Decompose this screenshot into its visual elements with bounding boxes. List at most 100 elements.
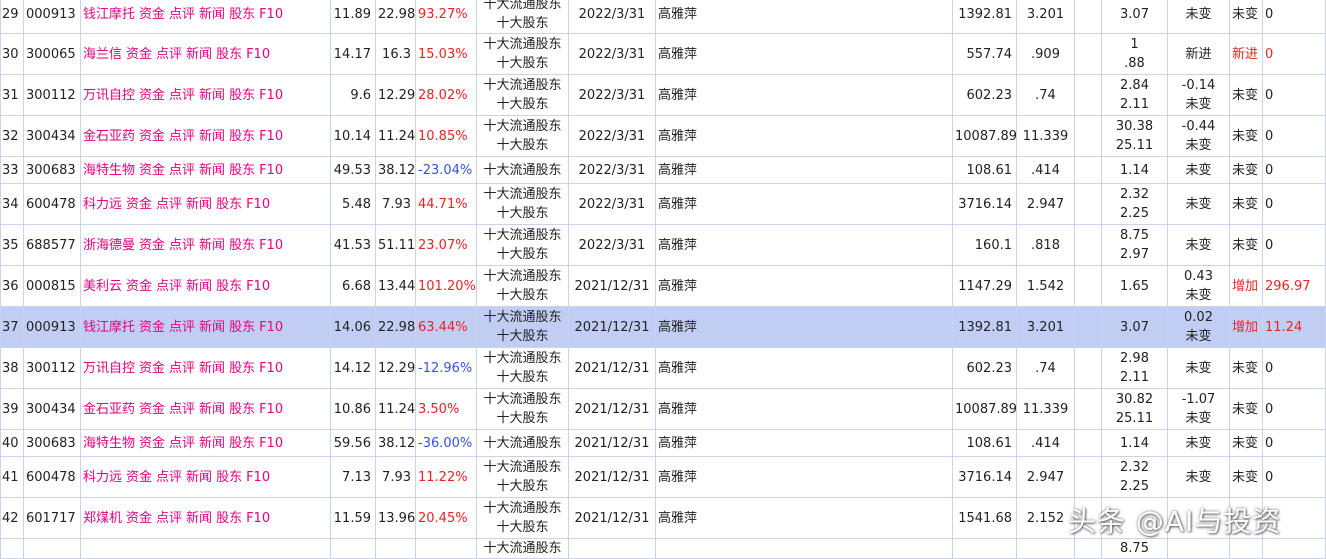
review-link[interactable]: 点评 [169,320,195,335]
fund-link[interactable]: 资金 [139,402,165,417]
holder-link[interactable]: 股东 [216,279,242,294]
news-link[interactable]: 新闻 [186,470,212,485]
stock-name[interactable]: 海兰信 [83,47,122,62]
stock-name[interactable]: 浙海德曼 [83,238,135,253]
news-link[interactable]: 新闻 [199,361,225,376]
review-link[interactable]: 点评 [156,197,182,212]
holder-link[interactable]: 股东 [229,88,255,103]
stock-code[interactable]: 300683 [26,163,76,178]
review-link[interactable]: 点评 [156,47,182,62]
news-link[interactable]: 新闻 [199,7,225,22]
fund-link[interactable]: 资金 [139,436,165,451]
stock-name[interactable]: 科力远 [83,470,122,485]
holder-link[interactable]: 股东 [229,238,255,253]
stock-name[interactable]: 海特生物 [83,163,135,178]
holder-link[interactable]: 股东 [216,197,242,212]
table-row[interactable]: 30 300065 海兰信 资金 点评 新闻 股东 F10 14.17 16.3 15.03% 十大流… [0,33,1326,75]
fund-link[interactable]: 资金 [139,238,165,253]
stock-code[interactable]: 300112 [26,88,76,103]
table-row[interactable]: 十大流通股东 8.75 [0,538,1326,559]
table-row[interactable]: 33 300683 海特生物 资金 点评 新闻 股东 F10 49.53 38.12 -23.04%… [0,156,1326,184]
stock-name[interactable]: 万讯自控 [83,361,135,376]
review-link[interactable]: 点评 [156,470,182,485]
review-link[interactable]: 点评 [156,279,182,294]
stock-code[interactable]: 300683 [26,436,76,451]
stock-code[interactable]: 300434 [26,129,76,144]
holder-link[interactable]: 股东 [229,361,255,376]
news-link[interactable]: 新闻 [199,88,225,103]
stock-code[interactable]: 600478 [26,197,76,212]
stock-code[interactable]: 000913 [26,7,76,22]
f10-link[interactable]: F10 [259,320,283,335]
review-link[interactable]: 点评 [169,436,195,451]
news-link[interactable]: 新闻 [186,197,212,212]
news-link[interactable]: 新闻 [199,436,225,451]
news-link[interactable]: 新闻 [186,47,212,62]
fund-link[interactable]: 资金 [139,129,165,144]
table-row[interactable]: 41 600478 科力远 资金 点评 新闻 股东 F10 7.13 7.93 11.22% 十大流通… [0,456,1326,498]
holder-link[interactable]: 股东 [216,47,242,62]
stock-name[interactable]: 金石亚药 [83,129,135,144]
holder-link[interactable]: 股东 [229,402,255,417]
news-link[interactable]: 新闻 [199,163,225,178]
f10-link[interactable]: F10 [259,163,283,178]
holder-link[interactable]: 股东 [216,511,242,526]
stock-name[interactable]: 万讯自控 [83,88,135,103]
stock-name[interactable]: 郑煤机 [83,511,122,526]
f10-link[interactable]: F10 [246,47,270,62]
review-link[interactable]: 点评 [169,88,195,103]
holder-link[interactable]: 股东 [229,163,255,178]
holder-link[interactable]: 股东 [229,7,255,22]
f10-link[interactable]: F10 [259,402,283,417]
f10-link[interactable]: F10 [246,511,270,526]
fund-link[interactable]: 资金 [126,279,152,294]
review-link[interactable]: 点评 [169,7,195,22]
stock-name[interactable]: 钱江摩托 [83,320,135,335]
review-link[interactable]: 点评 [169,163,195,178]
fund-link[interactable]: 资金 [139,163,165,178]
stock-code[interactable]: 300112 [26,361,76,376]
f10-link[interactable]: F10 [246,279,270,294]
stock-code[interactable]: 000913 [26,320,76,335]
stock-code[interactable]: 300065 [26,47,76,62]
review-link[interactable]: 点评 [169,361,195,376]
f10-link[interactable]: F10 [259,361,283,376]
table-row[interactable]: 34 600478 科力远 资金 点评 新闻 股东 F10 5.48 7.93 44.71% 十大流通… [0,183,1326,225]
stock-name[interactable]: 金石亚药 [83,402,135,417]
holder-link[interactable]: 股东 [229,129,255,144]
news-link[interactable]: 新闻 [199,402,225,417]
table-row[interactable]: 39 300434 金石亚药 资金 点评 新闻 股东 F10 10.86 11.24 3.50% 十大… [0,388,1326,430]
news-link[interactable]: 新闻 [199,129,225,144]
table-row[interactable]: 32 300434 金石亚药 资金 点评 新闻 股东 F10 10.14 11.24 10.85% 十… [0,115,1326,157]
stock-name[interactable]: 钱江摩托 [83,7,135,22]
fund-link[interactable]: 资金 [139,7,165,22]
f10-link[interactable]: F10 [259,436,283,451]
f10-link[interactable]: F10 [246,197,270,212]
table-row[interactable]: 36 000815 美利云 资金 点评 新闻 股东 F10 6.68 13.44 101.20% 十大… [0,265,1326,307]
table-row[interactable]: 37 000913 钱江摩托 资金 点评 新闻 股东 F10 14.06 22.98 63.44% 十… [0,306,1326,348]
news-link[interactable]: 新闻 [186,279,212,294]
review-link[interactable]: 点评 [169,238,195,253]
holder-link[interactable]: 股东 [216,470,242,485]
stock-code[interactable]: 000815 [26,279,76,294]
f10-link[interactable]: F10 [259,88,283,103]
f10-link[interactable]: F10 [259,7,283,22]
stock-code[interactable]: 688577 [26,238,76,253]
f10-link[interactable]: F10 [259,129,283,144]
fund-link[interactable]: 资金 [126,470,152,485]
news-link[interactable]: 新闻 [199,238,225,253]
table-row[interactable]: 38 300112 万讯自控 资金 点评 新闻 股东 F10 14.12 12.29 -12.96%… [0,347,1326,389]
f10-link[interactable]: F10 [246,470,270,485]
f10-link[interactable]: F10 [259,238,283,253]
stock-name[interactable]: 科力远 [83,197,122,212]
holder-link[interactable]: 股东 [229,320,255,335]
review-link[interactable]: 点评 [169,129,195,144]
table-row[interactable]: 29 000913 钱江摩托 资金 点评 新闻 股东 F10 11.89 22.98 93.27% 十… [0,0,1326,34]
news-link[interactable]: 新闻 [199,320,225,335]
table-row[interactable]: 40 300683 海特生物 资金 点评 新闻 股东 F10 59.56 38.12 -36.00%… [0,429,1326,457]
stock-code[interactable]: 300434 [26,402,76,417]
holder-link[interactable]: 股东 [229,436,255,451]
table-row[interactable]: 31 300112 万讯自控 资金 点评 新闻 股东 F10 9.6 12.29 28.02% 十大流… [0,74,1326,116]
review-link[interactable]: 点评 [169,402,195,417]
table-row[interactable]: 35 688577 浙海德曼 资金 点评 新闻 股东 F10 41.53 51.11 23.07% 十… [0,224,1326,266]
